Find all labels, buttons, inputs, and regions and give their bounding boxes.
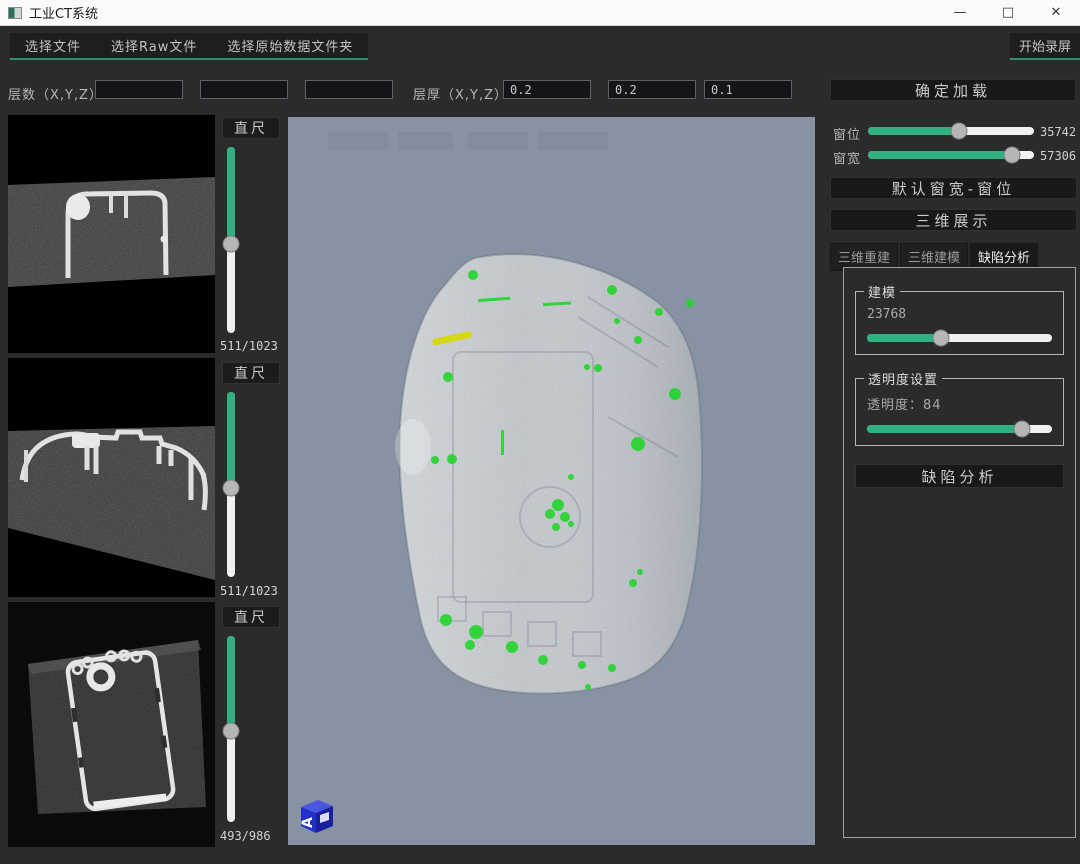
layers-z-input[interactable] [305,80,393,99]
confirm-load-button[interactable]: 确定加载 [830,79,1076,101]
opacity-group-title: 透明度设置 [864,369,942,388]
thickness-z-input[interactable] [704,80,792,99]
modeling-group-title: 建模 [864,282,900,301]
select-file-button[interactable]: 选择文件 [10,33,96,58]
layers-xyz-label: 层数（X,Y,Z） [8,84,103,103]
ruler-button-middle[interactable]: 直尺 [222,362,280,384]
opacity-slider[interactable] [867,425,1052,433]
ghost-toolbar-reflection [328,132,608,150]
window-level-value: 35742 [1040,125,1076,139]
window-title: 工业CT系统 [29,3,98,22]
industrial-ct-app: 工业CT系统 — □ ✕ 选择文件 选择Raw文件 选择原始数据文件夹 开始录屏… [0,0,1080,864]
slice-position-bottom: 493/986 [220,829,284,843]
window-level-slider[interactable] [868,127,1034,135]
app-icon [8,7,22,19]
opacity-group: 透明度设置 透明度：84 [855,369,1064,446]
ruler-button-bottom[interactable]: 直尺 [222,606,280,628]
slice-position-middle: 511/1023 [220,584,284,598]
window-level-label: 窗位 [833,124,861,143]
select-raw-file-button[interactable]: 选择Raw文件 [96,33,212,58]
file-toolbar: 选择文件 选择Raw文件 选择原始数据文件夹 [10,33,368,60]
ct-slice-image-top[interactable] [8,115,215,353]
select-raw-data-folder-button[interactable]: 选择原始数据文件夹 [212,33,368,58]
window-width-slider[interactable] [868,151,1034,159]
titlebar: 工业CT系统 — □ ✕ [0,0,1080,26]
svg-text:A: A [300,817,316,828]
thickness-y-input[interactable] [608,80,696,99]
defect-analysis-button[interactable]: 缺陷分析 [855,464,1064,488]
minimize-icon[interactable]: — [936,0,984,25]
close-icon[interactable]: ✕ [1032,0,1080,25]
viewer-cube-logo: A [296,795,336,835]
opacity-value-label: 透明度：84 [867,394,1055,413]
window-width-label: 窗宽 [833,148,861,167]
thickness-xyz-label: 层厚（X,Y,Z） [413,84,508,103]
ruler-button-top[interactable]: 直尺 [222,117,280,139]
ct-slice-image-bottom[interactable] [8,602,215,847]
slice-position-top: 511/1023 [220,339,284,353]
modeling-group: 建模 23768 [855,282,1064,355]
defect-analysis-panel: 建模 23768 透明度设置 透明度：84 缺陷分析 [843,267,1076,838]
ct-slice-image-middle[interactable] [8,358,215,597]
modeling-slider[interactable] [867,334,1052,342]
layers-x-input[interactable] [95,80,183,99]
modeling-value: 23768 [867,307,1055,322]
default-window-button[interactable]: 默认窗宽-窗位 [830,177,1077,199]
layers-y-input[interactable] [200,80,288,99]
start-recording-button[interactable]: 开始录屏 [1010,33,1080,60]
render-3d-viewport[interactable]: A [288,117,815,845]
scanned-part-3d [395,254,702,693]
slice-slider-middle[interactable] [227,392,235,577]
slice-slider-bottom[interactable] [227,636,235,822]
window-width-value: 57306 [1040,149,1076,163]
show-3d-button[interactable]: 三维展示 [830,209,1077,231]
maximize-icon[interactable]: □ [984,0,1032,25]
window-controls: — □ ✕ [936,0,1080,25]
slice-slider-top[interactable] [227,147,235,333]
thickness-x-input[interactable] [503,80,591,99]
